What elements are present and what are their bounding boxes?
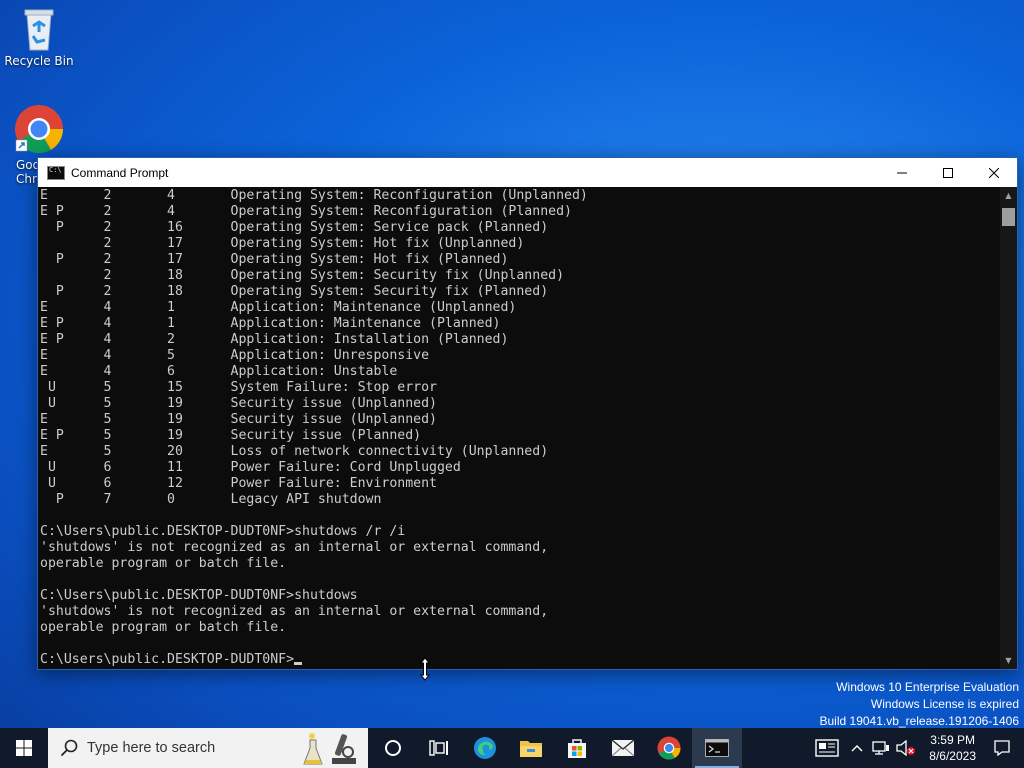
vertical-scrollbar[interactable]: ▲ ▼ (1000, 187, 1017, 669)
task-view-icon (429, 740, 448, 756)
close-icon (989, 167, 999, 178)
resize-cursor-icon (420, 657, 430, 681)
desktop-icon-recycle-bin[interactable]: Recycle Bin (1, 6, 77, 68)
news-widget-button[interactable] (809, 728, 845, 768)
window-title: Command Prompt (71, 165, 169, 180)
system-tray: 3:59 PM 8/6/2023 (809, 728, 1024, 768)
scroll-down-arrow-icon[interactable]: ▼ (1000, 652, 1017, 669)
cmd-icon (705, 739, 729, 757)
taskbar-app-command-prompt[interactable] (692, 728, 742, 768)
chevron-up-icon (851, 745, 863, 752)
start-button[interactable] (0, 728, 48, 768)
clock-time: 3:59 PM (930, 733, 975, 747)
minimize-icon (897, 172, 907, 173)
minimize-button[interactable] (879, 158, 925, 187)
watermark-line: Windows 10 Enterprise Evaluation (836, 680, 1019, 694)
taskbar-app-file-explorer[interactable] (508, 728, 554, 768)
clock-date: 8/6/2023 (929, 749, 976, 763)
maximize-icon (943, 167, 953, 178)
activation-watermark: Windows 10 Enterprise Evaluation Windows… (820, 679, 1020, 730)
windows-logo-icon (16, 740, 32, 756)
close-button[interactable] (971, 158, 1017, 187)
clock[interactable]: 3:59 PM 8/6/2023 (919, 732, 986, 764)
taskbar-app-chrome[interactable] (646, 728, 692, 768)
scroll-up-arrow-icon[interactable]: ▲ (1000, 187, 1017, 204)
watermark-line: Windows License is expired (870, 697, 1019, 711)
cmd-icon (47, 165, 65, 180)
console-text: E 2 4 Operating System: Reconfiguration … (40, 188, 588, 667)
scroll-thumb[interactable] (1002, 208, 1015, 226)
notification-icon (994, 740, 1010, 756)
desktop-icon-chrome-label: Goo Chro (16, 158, 44, 186)
taskbar: Type here to search 3:59 PM 8/6/2023 (0, 728, 1024, 768)
mail-icon (611, 739, 635, 757)
taskbar-app-edge[interactable] (462, 728, 508, 768)
network-icon (872, 741, 890, 755)
desktop-icon-label: Recycle Bin (4, 54, 74, 68)
chrome-icon (657, 736, 681, 760)
volume-button[interactable] (893, 728, 919, 768)
chrome-icon (15, 104, 64, 154)
command-prompt-window[interactable]: Command Prompt E 2 4 Operating System: R… (37, 157, 1018, 670)
console-prompt[interactable]: C:\Users\public.DESKTOP-DUDT0NF> (40, 652, 294, 667)
science-highlight-icon (303, 733, 356, 765)
cortana-icon (385, 740, 401, 756)
recycle-bin-icon (24, 9, 54, 51)
volume-muted-icon (896, 740, 916, 756)
taskbar-app-task-view[interactable] (416, 728, 462, 768)
task-view-button[interactable] (370, 728, 416, 768)
search-placeholder: Type here to search (87, 740, 216, 756)
console-output[interactable]: E 2 4 Operating System: Reconfiguration … (38, 187, 1002, 669)
news-icon (815, 739, 839, 757)
maximize-button[interactable] (925, 158, 971, 187)
text-cursor (294, 662, 303, 665)
search-input[interactable]: Type here to search (48, 728, 368, 768)
desktop-icon-chrome[interactable] (1, 104, 77, 156)
show-hidden-icons-button[interactable] (845, 728, 869, 768)
store-icon (568, 739, 586, 758)
taskbar-app-store[interactable] (554, 728, 600, 768)
folder-icon (520, 741, 542, 757)
network-button[interactable] (869, 728, 893, 768)
notifications-button[interactable] (986, 728, 1024, 768)
edge-icon (474, 737, 496, 759)
search-icon (60, 739, 78, 757)
title-bar[interactable]: Command Prompt (38, 158, 1017, 187)
taskbar-app-mail[interactable] (600, 728, 646, 768)
